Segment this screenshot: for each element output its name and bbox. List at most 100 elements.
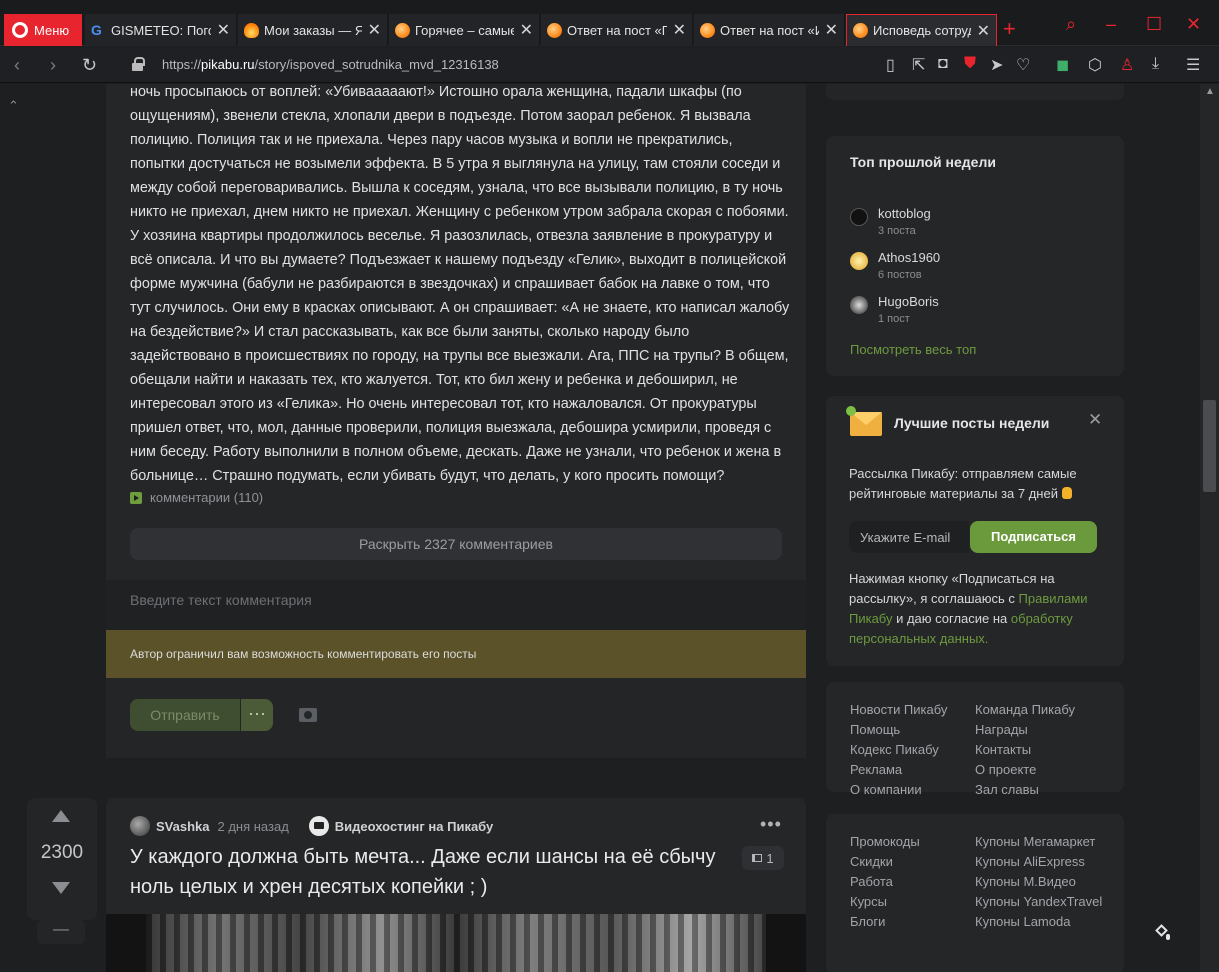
download-icon[interactable]: ⤓ — [1152, 55, 1159, 73]
subscribe-button[interactable]: Подписаться — [970, 521, 1097, 553]
repost-badge[interactable]: 1 — [742, 846, 784, 870]
video-frame-texture — [146, 914, 766, 972]
top-user-name: HugoBoris — [878, 294, 939, 309]
page-scrollbar[interactable]: ▲ — [1200, 84, 1219, 972]
extension-icon[interactable]: ◼ — [1056, 55, 1069, 75]
close-window-icon[interactable]: ✕ — [1186, 14, 1201, 35]
comments-toggle[interactable]: комментарии (110) — [130, 490, 263, 505]
tab-title: Исповедь сотрудн — [873, 23, 971, 38]
top-user-item[interactable]: Athos1960 6 постов — [850, 250, 940, 281]
footer-link[interactable]: Купоны Lamoda — [975, 912, 1102, 932]
close-tab-icon[interactable]: ✕ — [520, 20, 533, 40]
send-icon[interactable]: ➤ — [990, 55, 1003, 75]
footer-link[interactable]: Реклама — [850, 760, 947, 780]
expand-comments-button[interactable]: Раскрыть 2327 комментариев — [130, 528, 782, 560]
footer-link[interactable]: Купоны М.Видео — [975, 872, 1102, 892]
reader-mode-icon[interactable]: ▯ — [886, 55, 895, 75]
post-menu-button[interactable]: ••• — [760, 814, 782, 835]
forward-icon[interactable]: › — [50, 55, 56, 76]
footer-link[interactable]: Курсы — [850, 892, 920, 912]
post-video-preview[interactable] — [106, 914, 806, 972]
best-posts-title: Лучшие посты недели — [894, 415, 1050, 431]
gismeteo-favicon-icon: G — [91, 21, 102, 38]
tab-yandex-orders[interactable]: Мои заказы — Ян ✕ — [238, 14, 388, 46]
comment-input[interactable]: Введите текст комментария — [106, 580, 806, 630]
footer-link[interactable]: Команда Пикабу — [975, 700, 1075, 720]
reload-icon[interactable]: ↻ — [82, 55, 97, 76]
footer-link[interactable]: Работа — [850, 872, 920, 892]
top-user-item[interactable]: HugoBoris 1 пост — [850, 294, 939, 325]
hide-post-button[interactable]: — — [37, 920, 85, 944]
url-scheme: https:// — [162, 57, 202, 72]
see-full-top-link[interactable]: Посмотреть весь топ — [850, 342, 976, 357]
cube-icon[interactable]: ⬡ — [1088, 55, 1102, 75]
footer-link[interactable]: О компании — [850, 780, 947, 800]
tab-gismeteo[interactable]: G GISMETEO: Погода ✕ — [85, 14, 237, 46]
tab-title: Мои заказы — Ян — [264, 22, 362, 38]
post-header: SVashka 2 дня назад Видеохостинг на Пика… — [130, 816, 493, 836]
search-tabs-icon[interactable]: ⌕ — [1066, 14, 1076, 35]
footer-link[interactable]: Новости Пикабу — [850, 700, 947, 720]
lock-icon — [132, 57, 145, 71]
footer-links-card: Новости Пикабу Помощь Кодекс Пикабу Рекл… — [826, 682, 1124, 797]
close-tab-icon[interactable]: ✕ — [825, 20, 838, 40]
close-icon[interactable]: ✕ — [1088, 410, 1102, 430]
footer-link[interactable]: О проекте — [975, 760, 1075, 780]
post-author[interactable]: SVashka — [156, 819, 210, 834]
footer-link[interactable]: Блоги — [850, 912, 920, 932]
footer-link[interactable]: Награды — [975, 720, 1075, 740]
close-tab-icon[interactable]: ✕ — [217, 20, 230, 40]
snapshot-icon[interactable]: ◘ — [938, 55, 948, 73]
top-user-name: Athos1960 — [878, 250, 941, 265]
pikabu-favicon-icon — [700, 22, 715, 38]
heart-icon[interactable]: ♡ — [1016, 55, 1030, 75]
rating-block: 2300 — [27, 798, 97, 920]
scroll-up-arrow-icon[interactable]: ▲ — [1205, 86, 1215, 97]
footer-column: Промокоды Скидки Работа Курсы Блоги — [850, 832, 920, 932]
minimize-window-icon[interactable]: – — [1106, 14, 1116, 35]
upvote-icon[interactable] — [52, 810, 70, 822]
rating-count: 2300 — [40, 842, 84, 863]
footer-link[interactable]: Купоны YandexTravel — [975, 892, 1102, 912]
camera-icon[interactable] — [299, 708, 317, 722]
close-tab-icon[interactable]: ✕ — [673, 20, 686, 40]
footer-link[interactable]: Промокоды — [850, 832, 920, 852]
adblock-shield-icon[interactable]: ⛊ — [964, 55, 976, 73]
scrollbar-thumb[interactable] — [1203, 400, 1216, 492]
post-title[interactable]: У каждого должна быть мечта... Даже если… — [130, 842, 730, 902]
footer-link[interactable]: Зал славы — [975, 780, 1075, 800]
tab-title: GISMETEO: Погода — [111, 22, 211, 38]
footer-link[interactable]: Контакты — [975, 740, 1075, 760]
footer-link[interactable]: Купоны AliExpress — [975, 852, 1102, 872]
close-tab-icon[interactable]: ✕ — [368, 20, 381, 40]
tab-pikabu-hot[interactable]: Горячее – самые ✕ — [389, 14, 540, 46]
community-name[interactable]: Видеохостинг на Пикабу — [335, 819, 493, 834]
top-user-item[interactable]: kottoblog 3 поста — [850, 206, 931, 237]
easy-setup-icon[interactable]: ☰ — [1186, 55, 1200, 75]
best-posts-card: Лучшие посты недели ✕ Рассылка Пикабу: о… — [826, 396, 1124, 666]
share-icon[interactable]: ⇱ — [912, 55, 925, 75]
theme-paint-icon[interactable] — [1155, 924, 1170, 940]
footer-link[interactable]: Помощь — [850, 720, 947, 740]
community-icon[interactable] — [308, 816, 329, 836]
maximize-window-icon[interactable]: ☐ — [1146, 14, 1162, 35]
footer-link[interactable]: Кодекс Пикабу — [850, 740, 947, 760]
footer-link[interactable]: Скидки — [850, 852, 920, 872]
browser-menu-button[interactable]: Меню — [4, 14, 82, 46]
comment-options-button[interactable]: ··· — [241, 699, 273, 731]
footer-link[interactable]: Купоны Мегамаркет — [975, 832, 1102, 852]
send-comment-button[interactable]: Отправить — [130, 699, 240, 731]
url-field[interactable]: https://pikabu.ru/story/ispoved_sotrudni… — [162, 57, 499, 72]
profile-icon[interactable]: ♙ — [1120, 55, 1134, 75]
tab-pikabu-reply-2[interactable]: Ответ на пост «Ис ✕ — [694, 14, 845, 46]
close-tab-icon[interactable]: ✕ — [977, 21, 990, 41]
downvote-icon[interactable] — [52, 882, 70, 894]
new-tab-button[interactable]: + — [1003, 16, 1016, 42]
tab-title: Ответ на пост «По — [567, 22, 667, 38]
back-icon[interactable]: ‹ — [14, 55, 20, 76]
avatar[interactable] — [130, 816, 150, 836]
tab-pikabu-reply-1[interactable]: Ответ на пост «По ✕ — [541, 14, 693, 46]
scroll-to-top-icon[interactable]: ⌃ — [8, 98, 19, 114]
tab-pikabu-ispoved-active[interactable]: Исповедь сотрудн ✕ — [846, 14, 997, 46]
email-input[interactable]: Укажите E-mail — [849, 521, 969, 553]
